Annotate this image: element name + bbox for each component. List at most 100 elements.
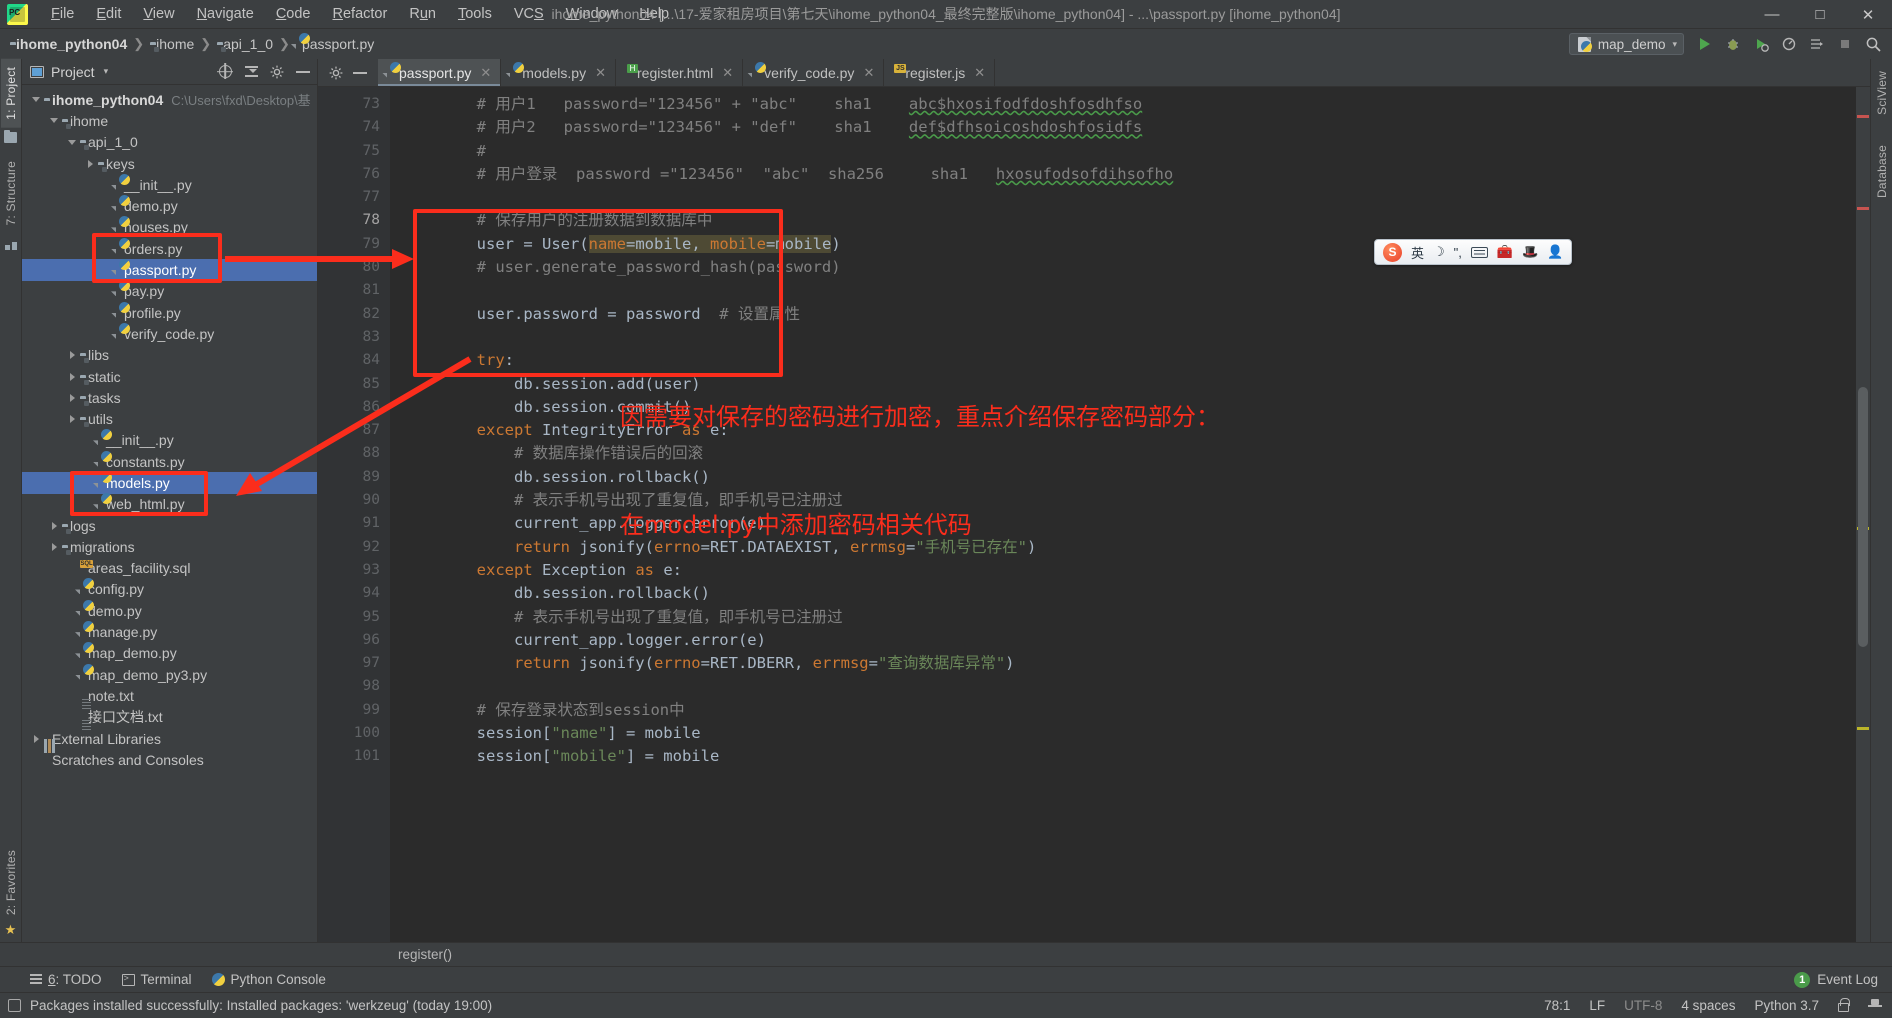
menu-refactor[interactable]: Refactor [322,3,399,25]
chevron-right-icon[interactable] [82,159,98,168]
maximize-button[interactable]: □ [1796,0,1844,29]
tree-item-utils[interactable]: utils [22,408,317,429]
tree-item-verify_codepy[interactable]: verify_code.py [22,323,317,344]
tree-item-tasks[interactable]: tasks [22,387,317,408]
sidebar-item-structure[interactable]: 7: Structure [1,153,21,233]
code-editor[interactable]: # 用户1 password="123456" + "abc" sha1 abc… [390,87,1856,942]
project-tree[interactable]: ihome_python04 C:\Users\fxd\Desktop\基 ihom… [22,85,317,942]
tree-item-__init__py[interactable]: __init__.py [22,174,317,195]
toolwindow-todo[interactable]: 6: TODO [30,972,102,987]
tree-item-demopy[interactable]: demo.py [22,195,317,216]
chevron-right-icon[interactable] [46,521,62,530]
collapse-all-icon[interactable] [241,62,261,82]
sogou-logo-icon[interactable]: S [1383,242,1402,262]
tree-item-areas_facilitysql[interactable]: areas_facility.sql [22,558,317,579]
close-icon[interactable]: ✕ [595,65,606,81]
code-line[interactable]: user.password = password # 设置属性 [390,303,1856,326]
chevron-right-icon[interactable] [28,734,44,743]
encoding[interactable]: UTF-8 [1624,998,1662,1013]
locate-file-icon[interactable] [215,62,235,82]
hide-panel-icon[interactable] [293,62,313,82]
code-line[interactable]: # 保存登录状态到session中 [390,699,1856,722]
project-panel-title[interactable]: Project ▾ [30,64,108,80]
code-line[interactable]: # 用户登录 password ="123456" "abc" sha256 s… [390,163,1856,186]
person-icon[interactable]: 👤 [1547,244,1563,260]
menu-file[interactable]: File [40,3,85,25]
code-line[interactable]: db.session.add(user) [390,373,1856,396]
minimize-button[interactable]: — [1748,0,1796,29]
menu-vcs[interactable]: VCS [503,3,555,25]
toolwindow-python-console[interactable]: Python Console [211,972,326,987]
hat-icon[interactable]: 🎩 [1522,244,1538,260]
menu-edit[interactable]: Edit [85,3,132,25]
toolwindow-terminal[interactable]: Terminal [121,972,192,987]
close-icon[interactable]: ✕ [480,65,491,81]
chevron-right-icon[interactable] [64,351,80,360]
code-line[interactable]: except IntegrityError as e: [390,419,1856,442]
interpreter[interactable]: Python 3.7 [1754,998,1819,1013]
code-line[interactable]: # 表示手机号出现了重复值，即手机号已注册过 [390,606,1856,629]
tree-item-static[interactable]: static [22,366,317,387]
debug-button[interactable] [1720,31,1746,57]
code-line[interactable]: # 数据库操作错误后的回滚 [390,442,1856,465]
menu-code[interactable]: Code [265,3,322,25]
code-line[interactable] [390,675,1856,698]
tree-item-ihome_python04[interactable]: ihome_python04 C:\Users\fxd\Desktop\基 [22,89,317,110]
run-with-coverage-button[interactable] [1748,31,1774,57]
attach-button[interactable] [1804,31,1830,57]
indent-setting[interactable]: 4 spaces [1681,998,1735,1013]
code-line[interactable]: session["name"] = mobile [390,722,1856,745]
error-marker[interactable] [1857,115,1869,118]
menu-run[interactable]: Run [398,3,447,25]
chevron-right-icon[interactable] [64,393,80,402]
code-line[interactable]: # 用户2 password="123456" + "def" sha1 def… [390,116,1856,139]
breadcrumb-item-api[interactable]: api_1_0 [217,36,273,52]
keyboard-icon[interactable] [1470,246,1488,258]
menu-tools[interactable]: Tools [447,3,503,25]
editor-tab-registerjs[interactable]: register.js ✕ [884,59,996,86]
event-log-button[interactable]: 1 Event Log [1794,971,1878,988]
code-line[interactable] [390,326,1856,349]
tree-item-managepy[interactable]: manage.py [22,621,317,642]
chevron-down-icon[interactable] [46,118,62,124]
hide-editor-icon[interactable] [350,63,370,83]
punctuation-icon[interactable]: ", [1454,245,1462,260]
breadcrumb-item-ihome[interactable]: ihome [150,36,194,52]
editor-tab-registerhtml[interactable]: register.html ✕ [616,59,744,86]
chevron-down-icon[interactable] [64,139,80,145]
tree-item-logs[interactable]: logs [22,515,317,536]
tree-item-modelspy[interactable]: models.py [22,472,317,494]
tree-item-web_htmlpy[interactable]: web_html.py [22,494,317,515]
code-line[interactable]: current_app.logger.error(e) [390,629,1856,652]
tree-item-map_demopy[interactable]: map_demo.py [22,643,317,664]
line-separator[interactable]: LF [1589,998,1605,1013]
lock-icon[interactable] [1838,998,1850,1012]
code-line[interactable]: db.session.commit() [390,396,1856,419]
tree-item-demopy[interactable]: demo.py [22,600,317,621]
code-line[interactable]: session["mobile"] = mobile [390,745,1856,768]
code-line[interactable]: db.session.rollback() [390,466,1856,489]
ime-mode-label[interactable]: 英 [1411,243,1424,262]
code-line[interactable] [390,279,1856,302]
breadcrumb-item-file[interactable]: passport.py [296,36,374,52]
close-icon[interactable]: ✕ [974,65,985,81]
editor-tab-verify_codepy[interactable]: verify_code.py ✕ [743,59,885,86]
tree-item-constantspy[interactable]: constants.py [22,451,317,472]
code-line[interactable] [390,186,1856,209]
tree-item-configpy[interactable]: config.py [22,579,317,600]
close-icon[interactable]: ✕ [722,65,733,81]
sidebar-item-sciview[interactable]: SciView [1872,63,1892,123]
code-line[interactable]: try: [390,349,1856,372]
sidebar-item-favorites[interactable]: 2: Favorites [2,848,20,917]
tree-item-txt[interactable]: 接口文档.txt [22,707,317,728]
current-function-label[interactable]: register() [398,947,452,962]
sidebar-item-database[interactable]: Database [1872,137,1892,206]
tree-item-migrations[interactable]: migrations [22,536,317,557]
scrollbar-thumb[interactable] [1858,387,1868,647]
code-line[interactable]: current_app.logger.error(e) [390,512,1856,535]
gear-icon[interactable] [326,63,346,83]
run-button[interactable] [1692,31,1718,57]
menu-window[interactable]: Window [555,3,629,25]
ime-toolbar[interactable]: S 英 ☽ ", 🧰 🎩 👤 [1374,239,1573,265]
code-line[interactable]: except Exception as e: [390,559,1856,582]
